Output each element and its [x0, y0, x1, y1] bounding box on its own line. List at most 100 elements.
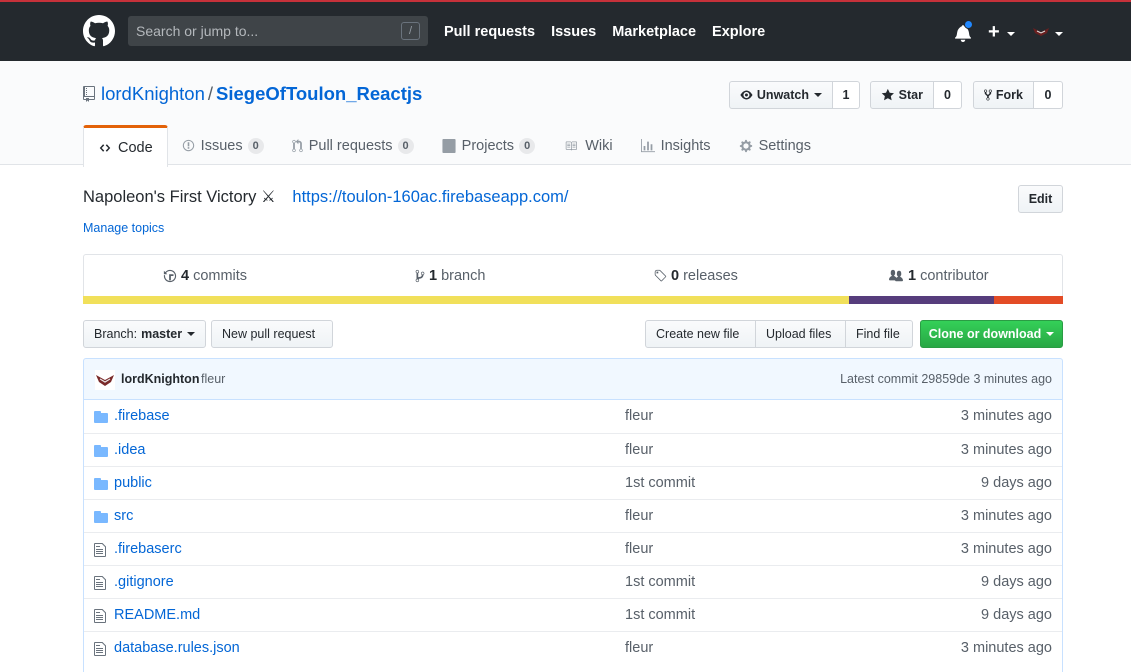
file-age: 9 days ago — [981, 607, 1052, 623]
repo-icon — [83, 86, 95, 102]
commit-message-link[interactable]: 1st commit — [625, 574, 695, 590]
file-icon — [94, 641, 108, 656]
create-new-file-button[interactable]: Create new file — [645, 320, 756, 348]
author-avatar[interactable] — [95, 370, 115, 390]
contributors-link[interactable]: 1 contributor — [888, 268, 989, 284]
unwatch-button[interactable]: Unwatch — [729, 81, 833, 109]
commit-message-link[interactable]: fleur — [201, 372, 225, 386]
star-label: Star — [898, 88, 923, 102]
file-icon — [94, 608, 108, 623]
file-name-link[interactable]: src — [114, 508, 133, 524]
github-logo-icon[interactable] — [83, 15, 115, 47]
repo-nav-tabs: Code Issues 0 Pull requests 0 Projects 0… — [83, 125, 825, 167]
manage-topics-link[interactable]: Manage topics — [83, 221, 164, 235]
tab-projects[interactable]: Projects 0 — [428, 125, 550, 166]
folder-icon — [94, 443, 108, 457]
search-box: / — [128, 16, 428, 46]
file-row: .gitignore 1st commit 9 days ago — [84, 565, 1062, 598]
find-file-button[interactable]: Find file — [845, 320, 913, 348]
star-group: Star 0 — [870, 81, 962, 109]
file-age: 9 days ago — [981, 475, 1052, 491]
language-segment — [849, 296, 995, 304]
issue-icon — [182, 139, 194, 152]
organization-icon — [889, 269, 903, 282]
project-icon — [442, 138, 456, 153]
new-pull-request-button[interactable]: New pull request — [211, 320, 333, 348]
commit-author-link[interactable]: lordKnighton — [121, 372, 199, 386]
user-avatar[interactable] — [1032, 26, 1050, 38]
search-input[interactable] — [128, 16, 388, 46]
repo-title: lordKnighton / SiegeOfToulon_Reactjs — [101, 83, 422, 105]
pull-request-icon — [291, 138, 303, 152]
fork-button[interactable]: Fork — [973, 81, 1034, 109]
repo-name-link[interactable]: SiegeOfToulon_Reactjs — [216, 83, 422, 104]
fork-group: Fork 0 — [973, 81, 1063, 109]
tab-label: Settings — [758, 137, 811, 154]
watchers-count[interactable]: 1 — [833, 81, 860, 109]
commits-link[interactable]: 4 commits — [163, 268, 247, 284]
chevron-down-icon — [1046, 332, 1055, 336]
upload-files-button[interactable]: Upload files — [755, 320, 846, 348]
file-row: .firebaserc fleur 3 minutes ago — [84, 532, 1062, 565]
folder-icon — [94, 409, 108, 423]
file-name-link[interactable]: .gitignore — [114, 574, 174, 590]
file-name-link[interactable]: .idea — [114, 442, 145, 458]
branch-name: master — [141, 327, 183, 341]
file-name-link[interactable]: .firebaserc — [114, 541, 182, 557]
clone-or-download-button[interactable]: Clone or download — [920, 320, 1063, 348]
create-new-icon[interactable]: + — [988, 21, 1000, 44]
nav-explore[interactable]: Explore — [712, 24, 765, 40]
tab-wiki[interactable]: Wiki — [549, 125, 626, 166]
edit-description-button[interactable]: Edit — [1018, 185, 1063, 213]
folder-icon — [94, 509, 108, 523]
file-age: 3 minutes ago — [960, 508, 1052, 524]
description-text: Napoleon's First Victory ⚔ — [83, 188, 276, 206]
file-name-link[interactable]: .firebase — [114, 408, 170, 424]
file-age: 9 days ago — [981, 574, 1052, 590]
nav-pull-requests[interactable]: Pull requests — [444, 24, 535, 40]
file-name-link[interactable]: public — [114, 475, 152, 491]
tab-label: Code — [118, 139, 153, 156]
forks-count[interactable]: 0 — [1034, 81, 1063, 109]
repo-description: Napoleon's First Victory ⚔ https://toulo… — [83, 187, 568, 207]
search-shortcut-key: / — [401, 22, 420, 40]
commit-message-link[interactable]: 1st commit — [625, 475, 695, 491]
commit-message-link[interactable]: fleur — [625, 508, 653, 524]
commit-message-link[interactable]: fleur — [625, 442, 653, 458]
tab-settings[interactable]: Settings — [725, 125, 825, 166]
contributor-label: contributor — [920, 268, 989, 284]
branch-select-button[interactable]: Branch: master — [83, 320, 206, 348]
path-separator: / — [207, 83, 214, 104]
tab-label: Issues — [200, 137, 243, 154]
branch-count: 1 — [429, 268, 438, 284]
file-row: src fleur 3 minutes ago — [84, 499, 1062, 532]
commit-message-link[interactable]: 1st commit — [625, 607, 695, 623]
fork-label: Fork — [995, 88, 1023, 102]
commit-message-link[interactable]: fleur — [625, 541, 653, 557]
commit-message-link[interactable]: fleur — [625, 408, 653, 424]
stargazers-count[interactable]: 0 — [934, 81, 962, 109]
nav-marketplace[interactable]: Marketplace — [612, 24, 696, 40]
star-button[interactable]: Star — [870, 81, 934, 109]
clone-label: Clone or download — [928, 327, 1042, 341]
file-name-link[interactable]: README.md — [114, 607, 200, 623]
releases-link[interactable]: 0 releases — [653, 268, 738, 284]
tab-code[interactable]: Code — [83, 125, 168, 167]
file-row: .firebase fleur 3 minutes ago — [84, 400, 1062, 433]
file-age: 3 minutes ago — [960, 541, 1052, 557]
homepage-link[interactable]: https://toulon-160ac.firebaseapp.com/ — [292, 188, 568, 206]
nav-issues[interactable]: Issues — [551, 24, 596, 40]
commit-message-link[interactable]: fleur — [625, 640, 653, 656]
releases-label: releases — [683, 268, 738, 284]
file-name-link[interactable]: database.rules.json — [114, 640, 240, 656]
code-icon — [99, 143, 111, 152]
latest-commit-info[interactable]: Latest commit 29859de 3 minutes ago — [840, 372, 1052, 386]
language-bar[interactable] — [83, 296, 1063, 304]
tab-insights[interactable]: Insights — [627, 125, 725, 166]
tab-issues[interactable]: Issues 0 — [168, 125, 278, 166]
file-age: 3 minutes ago — [960, 640, 1052, 656]
file-icon — [94, 575, 108, 590]
branches-link[interactable]: 1 branch — [415, 268, 485, 284]
repo-owner-link[interactable]: lordKnighton — [101, 83, 205, 104]
tab-pull-requests[interactable]: Pull requests 0 — [278, 125, 428, 166]
